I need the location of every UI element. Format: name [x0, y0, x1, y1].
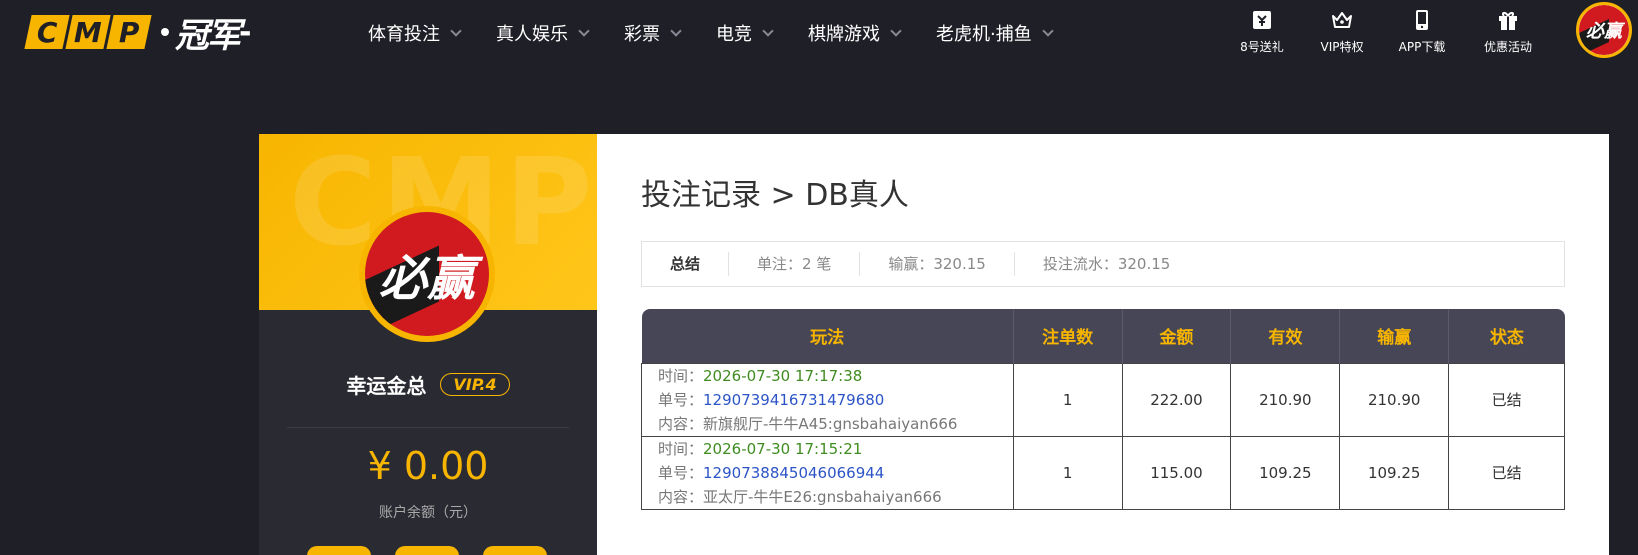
profile-divider [287, 427, 569, 428]
cell-valid: 210.90 [1230, 362, 1341, 437]
cell-play-details: 时间：2026-07-30 17:15:21 单号：12907388450460… [641, 435, 1014, 510]
cell-count: 1 [1012, 435, 1123, 510]
brand-logo[interactable]: C M P 冠军 - [24, 12, 252, 56]
bet-records-table: 玩法 注单数 金额 有效 输赢 状态 时间：2026-07-30 17:17:3… [641, 309, 1565, 510]
nav-item-sports[interactable]: 体育投注 [368, 20, 462, 46]
table-header-row: 玩法 注单数 金额 有效 输赢 状态 [641, 309, 1565, 363]
user-avatar[interactable]: 必赢 [1576, 2, 1632, 58]
summary-win-loss: 输赢：320.15 [860, 252, 1015, 276]
logo-chinese-text: 冠军 [175, 15, 241, 56]
vip-badge[interactable]: VIP.4 [440, 373, 510, 396]
main-content: 投注记录 > DB真人 总结 单注：2 笔 输赢：320.15 投注流水：320… [597, 134, 1609, 555]
logo-dash: - [239, 14, 252, 50]
tool-promotions[interactable]: 优惠活动 [1468, 8, 1548, 55]
chevron-down-icon [670, 24, 682, 37]
chevron-down-icon [450, 24, 462, 37]
username: 幸运金总 [346, 374, 427, 398]
nav-item-live-casino[interactable]: 真人娱乐 [496, 20, 590, 46]
bet-order-number[interactable]: 1290739416731479680 [703, 391, 884, 409]
logo-letter-box: P [106, 15, 152, 49]
cell-amount: 222.00 [1121, 362, 1232, 437]
top-header: C M P 冠军 - 体育投注 真人娱乐 彩票 电竞 棋牌游戏 老虎机·捕鱼 8… [0, 0, 1638, 66]
tool-gift-ticket[interactable]: 8号送礼 [1222, 8, 1302, 55]
tool-app-download[interactable]: APP下载 [1382, 8, 1462, 55]
cell-status: 已结 [1448, 362, 1565, 437]
col-header-play: 玩法 [641, 309, 1014, 363]
summary-label: 总结 [642, 252, 730, 276]
logo-letter-box: M [65, 15, 111, 49]
bet-order-number[interactable]: 1290738845046066944 [703, 464, 884, 482]
nav-item-esports[interactable]: 电竞 [716, 20, 774, 46]
tool-vip[interactable]: VIP特权 [1302, 8, 1382, 55]
summary-bet-count: 单注：2 笔 [729, 252, 861, 276]
col-header-count: 注单数 [1012, 309, 1122, 363]
bet-content: 亚太厅-牛牛E26:gnsbahaiyan666 [703, 487, 942, 506]
logo-letter-box: C [24, 15, 70, 49]
profile-action-button[interactable] [307, 546, 371, 555]
nav-item-slots-fishing[interactable]: 老虎机·捕鱼 [936, 20, 1054, 46]
account-balance-label: 账户余额（元） [379, 505, 477, 521]
cell-win-loss: 109.25 [1339, 435, 1450, 510]
chevron-down-icon [578, 24, 590, 37]
table-row: 时间：2026-07-30 17:15:21 单号：12907388450460… [641, 435, 1565, 510]
profile-avatar[interactable]: 必赢 [359, 206, 495, 342]
chevron-down-icon [762, 24, 774, 37]
cell-play-details: 时间：2026-07-30 17:17:38 单号：12907394167314… [641, 362, 1014, 437]
profile-action-button[interactable] [483, 546, 547, 555]
bet-time: 2026-07-30 17:15:21 [703, 439, 863, 458]
bet-content: 新旗舰厅-牛牛A45:gnsbahaiyan666 [703, 414, 958, 433]
chevron-down-icon [890, 24, 902, 37]
page-title: 投注记录 > DB真人 [641, 178, 909, 213]
summary-turnover: 投注流水：320.15 [1042, 255, 1171, 273]
crown-icon [1332, 12, 1352, 28]
col-header-status: 状态 [1448, 309, 1565, 363]
main-nav: 体育投注 真人娱乐 彩票 电竞 棋牌游戏 老虎机·捕鱼 [368, 0, 1088, 66]
logo-dot [161, 28, 169, 36]
col-header-win-loss: 输赢 [1339, 309, 1449, 363]
gift-box-icon [1499, 12, 1517, 30]
cell-win-loss: 210.90 [1339, 362, 1450, 437]
nav-item-lottery[interactable]: 彩票 [624, 20, 682, 46]
profile-action-button[interactable] [395, 546, 459, 555]
col-header-valid: 有效 [1230, 309, 1340, 363]
bet-time: 2026-07-30 17:17:38 [703, 366, 863, 385]
account-balance: ¥ 0.00 [367, 444, 489, 488]
cell-valid: 109.25 [1230, 435, 1341, 510]
cell-status: 已结 [1448, 435, 1565, 510]
cell-count: 1 [1012, 362, 1123, 437]
gift-ticket-icon [1253, 11, 1271, 29]
avatar-badge: 必赢 [1579, 5, 1629, 55]
phone-icon [1416, 10, 1428, 30]
col-header-amount: 金额 [1121, 309, 1231, 363]
nav-item-card-games[interactable]: 棋牌游戏 [808, 20, 902, 46]
bet-summary-bar: 总结 单注：2 笔 输赢：320.15 投注流水：320.15 [641, 241, 1565, 287]
username-row: 幸运金总 VIP.4 [259, 370, 597, 399]
chevron-down-icon [1042, 24, 1054, 37]
avatar-badge: 必赢 [365, 212, 489, 336]
cell-amount: 115.00 [1121, 435, 1232, 510]
profile-panel: CMP 必赢 幸运金总 VIP.4 ¥ 0.00 账户余额（元） [259, 134, 597, 555]
table-row: 时间：2026-07-30 17:17:38 单号：12907394167314… [641, 362, 1565, 437]
